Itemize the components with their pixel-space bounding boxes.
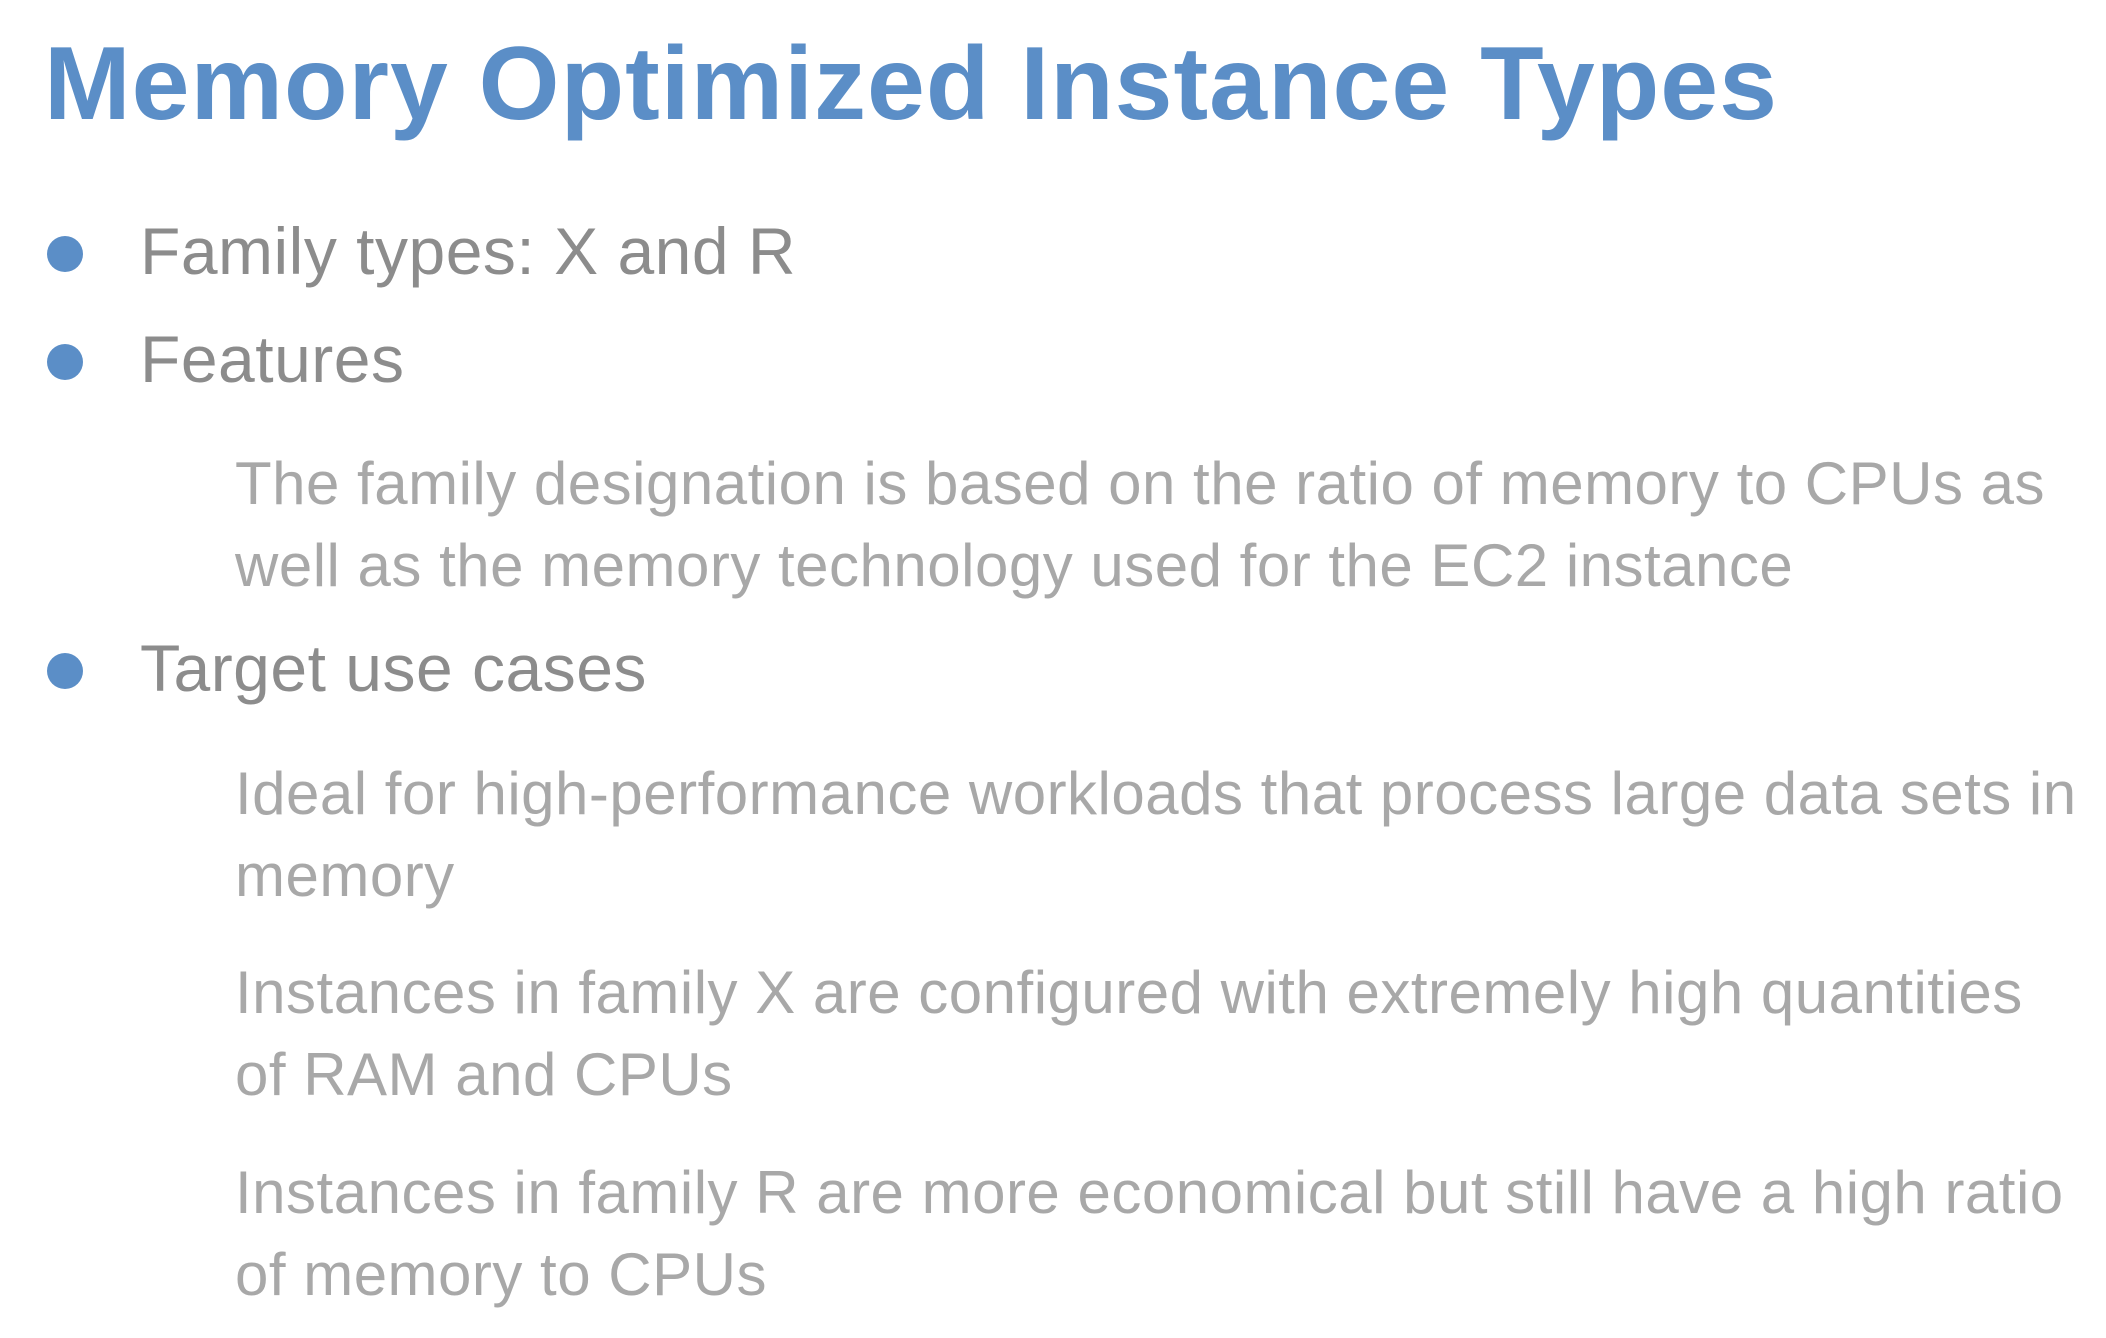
bullet-label: Features — [140, 322, 405, 396]
detail-text: Ideal for high-performance workloads tha… — [235, 760, 2077, 909]
bullet-dot-icon — [47, 344, 83, 380]
detail-text: Instances in family R are more economica… — [235, 1159, 2064, 1308]
slide-title: Memory Optimized Instance Types — [44, 26, 1778, 142]
bullet-dot-icon — [47, 236, 83, 272]
detail-text: Instances in family X are configured wit… — [235, 959, 2023, 1108]
detail-text: The family designation is based on the r… — [235, 450, 2045, 599]
bullet-label: Family types: X and R — [140, 214, 797, 288]
slide: Memory Optimized Instance Types Family t… — [0, 0, 2106, 1338]
bullet-label: Target use cases — [140, 631, 647, 705]
bullet-dot-icon — [47, 653, 83, 689]
